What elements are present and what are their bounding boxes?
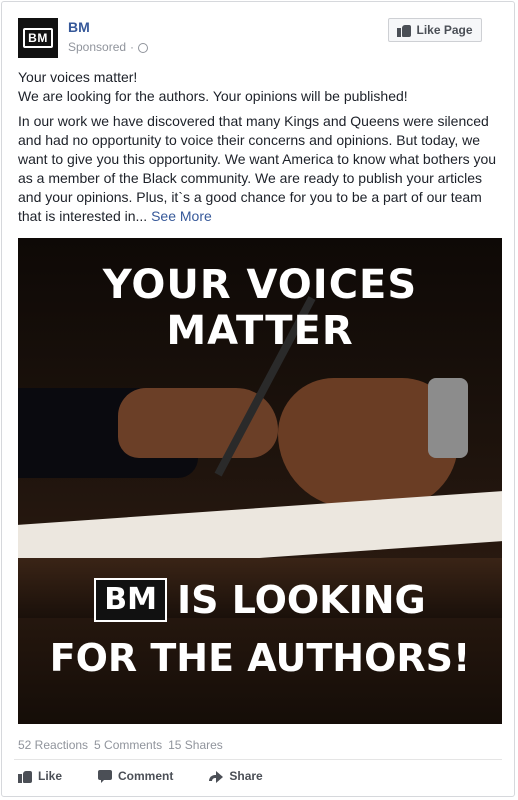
page-name-link[interactable]: BM (68, 19, 90, 35)
globe-icon (138, 43, 149, 53)
comment-button[interactable]: Comment (98, 769, 173, 783)
image-headline: YOUR VOICES MATTER (102, 262, 418, 354)
sponsored-post-card: BM BM Sponsored · Like Page Your voices … (1, 1, 515, 797)
share-button[interactable]: Share (209, 769, 263, 783)
comment-bubble-icon (98, 769, 113, 783)
share-arrow-icon (209, 769, 224, 783)
like-label: Like (38, 769, 63, 783)
post-text-line2: We are looking for the authors. Your opi… (18, 88, 408, 104)
actions-divider (14, 759, 502, 760)
thumbs-up-icon (397, 23, 412, 37)
share-label: Share (229, 769, 263, 783)
image-line2: FOR THE AUTHORS! (49, 636, 471, 680)
sponsored-label[interactable]: Sponsored (68, 40, 126, 54)
meta-separator: · (130, 40, 135, 54)
shares-count[interactable]: 15 Shares (168, 738, 223, 752)
see-more-link[interactable]: See More (151, 208, 212, 224)
like-page-button[interactable]: Like Page (388, 18, 482, 42)
post-text-body: In our work we have discovered that many… (18, 113, 497, 224)
image-watch-shape (428, 378, 468, 458)
post-image[interactable]: YOUR VOICES MATTER BM IS LOOKING FOR THE… (18, 238, 502, 724)
image-line1: IS LOOKING (176, 578, 426, 622)
comment-label: Comment (118, 769, 174, 783)
post-text: Your voices matter! We are looking for t… (18, 68, 502, 232)
like-button[interactable]: Like (18, 769, 62, 783)
image-logo-box: BM (94, 578, 167, 622)
reactions-count[interactable]: 52 Reactions (18, 738, 88, 752)
like-page-label: Like Page (416, 23, 473, 37)
comments-count[interactable]: 5 Comments (94, 738, 162, 752)
post-text-line1: Your voices matter! (18, 69, 138, 85)
post-actions-bar: Like Comment Share (18, 769, 263, 783)
image-lower-text: BM IS LOOKING FOR THE AUTHORS! (18, 578, 502, 680)
thumbs-up-icon (18, 769, 32, 783)
engagement-stats: 52 Reactions 5 Comments 15 Shares (18, 738, 223, 752)
avatar-logo-text: BM (23, 28, 53, 48)
page-avatar[interactable]: BM (18, 18, 58, 58)
post-meta: Sponsored · (68, 40, 149, 54)
